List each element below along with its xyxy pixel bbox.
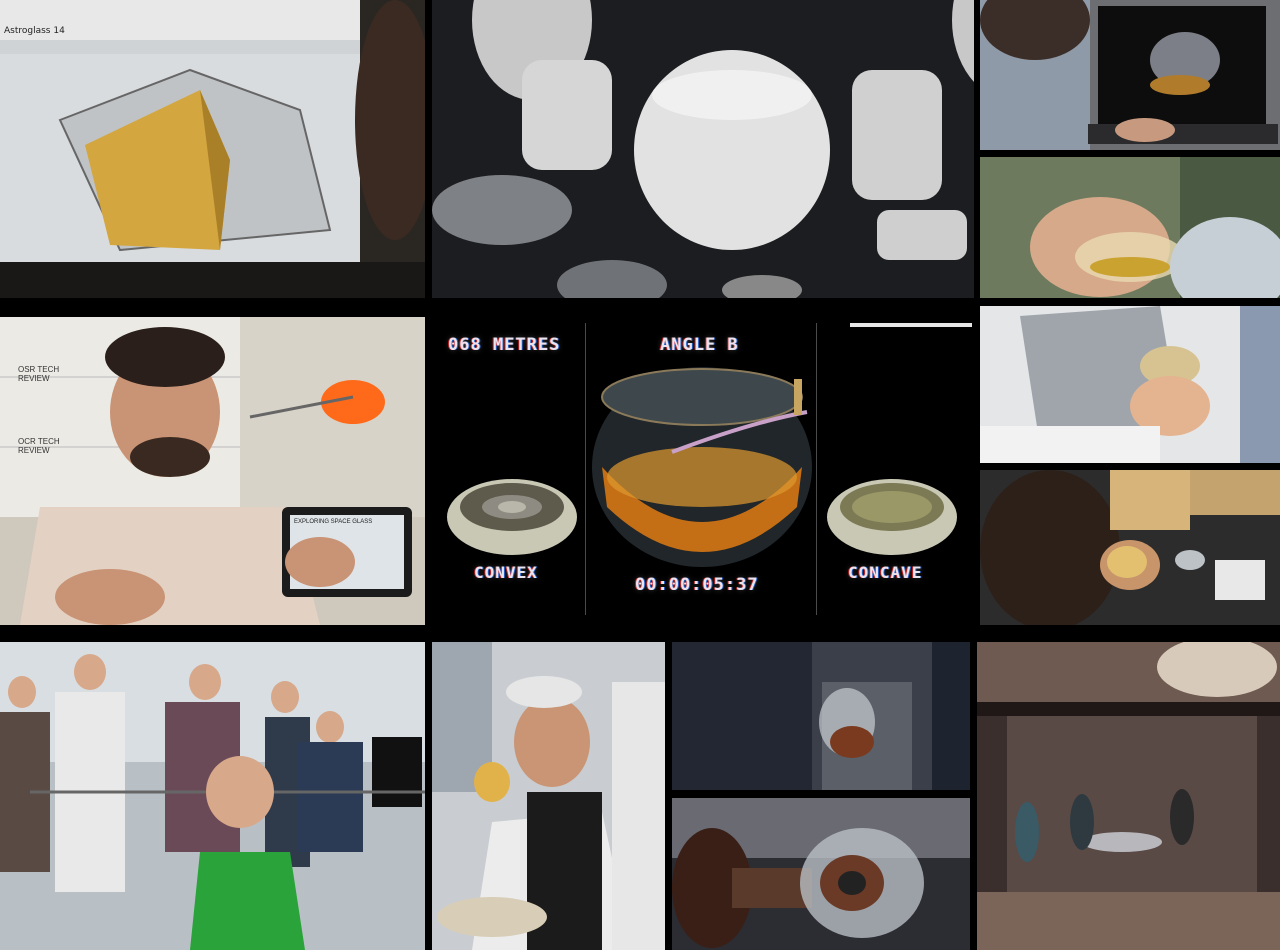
photo-inspecting-glass	[980, 470, 1280, 625]
angle-readout: ANGLE B	[660, 335, 739, 355]
photo-machine-glass	[672, 642, 970, 790]
photo-laptop-render	[980, 0, 1280, 150]
timer-readout: 00:00:05:37	[635, 575, 759, 595]
photo-hand-glass	[980, 157, 1280, 298]
cad-app-title: Astroglass 14	[4, 26, 65, 36]
convex-label: CONVEX	[474, 563, 538, 582]
photo-team-celebrating	[0, 642, 425, 950]
photo-rotating-glass	[672, 798, 970, 950]
whiteboard-note-1: OSR TECH REVIEW	[18, 365, 60, 383]
hud-divider-right	[816, 323, 817, 615]
tablet-heading: EXPLORING SPACE GLASS	[294, 519, 373, 525]
photo-tasting-event	[977, 642, 1280, 950]
hud-divider-left	[585, 323, 586, 615]
photo-glass-rig	[980, 306, 1280, 463]
photo-cad-laptop: Astroglass 14	[0, 0, 425, 298]
hud-progress-bar	[850, 323, 972, 327]
whiteboard-note-2: OCR TECH REVIEW	[18, 437, 60, 455]
concave-label: CONCAVE	[848, 563, 923, 582]
photo-printed-prototypes	[432, 0, 974, 298]
photo-presenter-tablet: OSR TECH REVIEW OCR TECH REVIEW EXPLORIN…	[0, 317, 425, 625]
photo-lab-glass-closeup	[432, 642, 665, 950]
distance-readout: 068 METRES	[448, 335, 561, 355]
hud-panel: 068 METRES ANGLE B CONVEX 00:00:05:37 CO…	[432, 317, 974, 625]
